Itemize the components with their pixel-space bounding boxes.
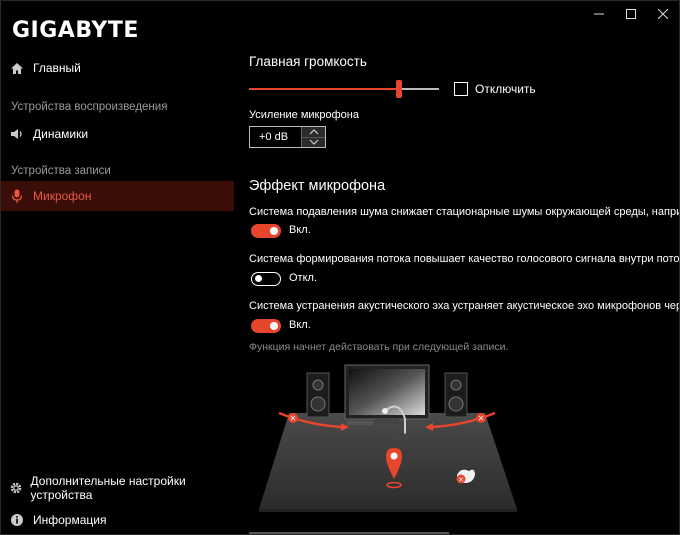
microphone-setup-illustration: ✕ ✕ ✕ [259,364,517,512]
volume-slider-fill [249,88,399,90]
sidebar-item-info[interactable]: Информация [1,505,234,534]
speaker-icon [1,128,33,140]
home-icon [1,62,33,75]
mute-label: Отключить [475,82,536,96]
stepper-down-icon[interactable] [302,136,325,147]
mic-boost-label: Усиление микрофона [249,109,359,121]
app-logo: GIGABYTE [12,18,139,43]
echo-cancellation-state: Вкл. [289,319,311,331]
gear-icon [1,481,31,495]
mic-boost-stepper[interactable]: +0 dB [249,126,326,148]
left-speaker-icon [306,372,330,418]
sidebar-item-advanced-settings[interactable]: Дополнительные настройки устройства [1,473,234,503]
noise-suppression-state: Вкл. [289,224,311,236]
apply-note: Функция начнет действовать при следующей… [249,341,509,353]
sidebar-item-label: Информация [33,513,107,527]
volume-slider-thumb[interactable] [396,80,402,98]
right-speaker-icon [444,372,468,418]
sidebar-item-speakers[interactable]: Динамики [1,119,234,149]
volume-title: Главная громкость [249,54,367,69]
app-window: GIGABYTE Главный Устройства воспроизведе… [0,0,680,535]
svg-text:✕: ✕ [478,414,485,423]
sidebar-item-microphone[interactable]: Микрофон [1,181,234,211]
main-panel: Главная громкость Отключить Усиление мик… [249,1,680,534]
mic-effect-title: Эффект микрофона [249,178,386,194]
sidebar: GIGABYTE Главный Устройства воспроизведе… [1,1,234,534]
beamforming-state: Откл. [289,272,318,284]
monitor-icon [344,364,430,425]
mic-boost-value: +0 dB [259,131,289,143]
microphone-icon [1,189,33,204]
noise-suppression-toggle[interactable] [251,224,281,238]
section-playback-devices: Устройства воспроизведения [11,101,168,113]
volume-slider-track[interactable] [249,88,439,90]
sidebar-item-home[interactable]: Главный [1,53,234,83]
sidebar-item-label: Дополнительные настройки устройства [30,474,186,502]
horizontal-scrollbar[interactable] [249,532,449,534]
info-icon [1,513,33,527]
mute-checkbox[interactable] [454,82,468,96]
stepper-up-icon[interactable] [302,127,325,137]
beamforming-desc: Система формирования потока повышает кач… [249,253,680,265]
svg-text:✕: ✕ [290,414,297,423]
svg-text:✕: ✕ [458,476,464,484]
sidebar-item-label: Главный [33,61,81,75]
echo-cancellation-toggle[interactable] [251,319,281,333]
echo-cancellation-desc: Система устранения акустического эха уст… [249,300,680,312]
sidebar-item-label: Динамики [33,127,89,141]
sidebar-item-label: Микрофон [33,189,92,203]
beamforming-toggle[interactable] [251,272,281,286]
noise-suppression-desc: Система подавления шума снижает стациона… [249,206,680,218]
section-recording-devices: Устройства записи [11,165,111,177]
